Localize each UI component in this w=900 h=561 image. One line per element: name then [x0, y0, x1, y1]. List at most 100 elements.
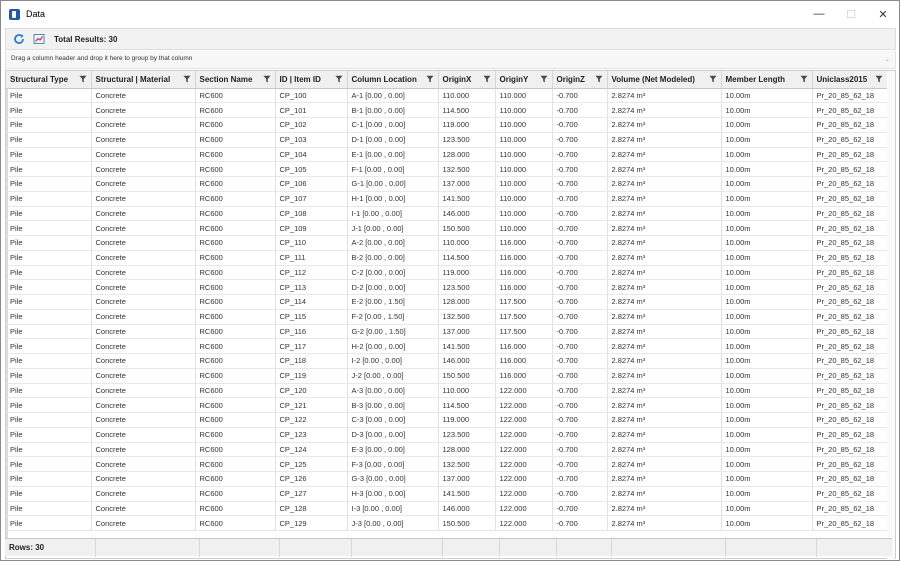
table-cell[interactable]: Concrete [91, 265, 196, 281]
table-cell[interactable]: Pile [6, 486, 92, 502]
table-cell[interactable]: 122.000 [495, 427, 553, 443]
table-cell[interactable]: 132.500 [438, 456, 496, 472]
table-row[interactable]: Pile Concrete RC600 CP_119 J-2 [0.00 , 0.00]… [6, 368, 888, 384]
table-cell[interactable]: Pile [6, 88, 92, 104]
table-cell[interactable]: Concrete [91, 176, 196, 192]
table-cell[interactable]: 2.8274 m³ [607, 220, 722, 236]
table-cell[interactable]: CP_106 [275, 176, 348, 192]
table-cell[interactable]: RC600 [195, 265, 276, 281]
table-cell[interactable]: RC600 [195, 427, 276, 443]
table-cell[interactable]: 10.00m [721, 88, 813, 104]
column-header[interactable]: OriginY [495, 71, 553, 89]
table-cell[interactable]: CP_110 [275, 235, 348, 251]
table-cell[interactable]: A-2 [0.00 , 0.00] [347, 235, 439, 251]
table-cell[interactable]: Pr_20_85_62_18 [812, 442, 888, 458]
table-cell[interactable]: 2.8274 m³ [607, 338, 722, 354]
table-cell[interactable]: 132.500 [438, 161, 496, 177]
table-cell[interactable]: -0.700 [552, 368, 608, 384]
table-cell[interactable]: Pile [6, 324, 92, 340]
refresh-icon[interactable] [12, 32, 26, 46]
table-cell[interactable]: CP_103 [275, 132, 348, 148]
table-cell[interactable]: Pile [6, 220, 92, 236]
filter-icon[interactable] [335, 75, 343, 83]
table-cell[interactable]: 10.00m [721, 206, 813, 222]
table-cell[interactable]: 2.8274 m³ [607, 486, 722, 502]
table-cell[interactable]: Pr_20_85_62_18 [812, 486, 888, 502]
table-cell[interactable]: RC600 [195, 161, 276, 177]
table-cell[interactable]: RC600 [195, 486, 276, 502]
table-cell[interactable]: CP_118 [275, 353, 348, 369]
table-cell[interactable]: 2.8274 m³ [607, 294, 722, 310]
table-cell[interactable]: -0.700 [552, 220, 608, 236]
table-cell[interactable]: 114.500 [438, 397, 496, 413]
table-cell[interactable]: Pile [6, 250, 92, 266]
table-cell[interactable]: 10.00m [721, 338, 813, 354]
table-cell[interactable]: E-3 [0.00 , 0.00] [347, 442, 439, 458]
table-row[interactable]: Pile Concrete RC600 CP_108 I-1 [0.00 , 0.00]… [6, 206, 888, 222]
table-cell[interactable]: 128.000 [438, 442, 496, 458]
table-row[interactable]: Pile Concrete RC600 CP_109 J-1 [0.00 , 0.00]… [6, 220, 888, 236]
table-cell[interactable]: 116.000 [495, 353, 553, 369]
chevron-down-icon[interactable]: ⌄ [884, 55, 890, 63]
table-cell[interactable]: Concrete [91, 427, 196, 443]
filter-icon[interactable] [800, 75, 808, 83]
table-cell[interactable]: Concrete [91, 206, 196, 222]
table-row[interactable]: Pile Concrete RC600 CP_103 D-1 [0.00 , 0.00]… [6, 132, 888, 148]
table-cell[interactable]: RC600 [195, 250, 276, 266]
table-cell[interactable]: Pile [6, 427, 92, 443]
table-cell[interactable]: 2.8274 m³ [607, 471, 722, 487]
table-cell[interactable]: I-2 [0.00 , 0.00] [347, 353, 439, 369]
table-cell[interactable]: I-3 [0.00 , 0.00] [347, 501, 439, 517]
table-cell[interactable]: Pile [6, 235, 92, 251]
table-cell[interactable]: 141.500 [438, 191, 496, 207]
table-cell[interactable]: RC600 [195, 412, 276, 428]
table-cell[interactable]: 2.8274 m³ [607, 235, 722, 251]
table-cell[interactable]: CP_107 [275, 191, 348, 207]
table-cell[interactable]: 10.00m [721, 161, 813, 177]
table-cell[interactable]: -0.700 [552, 338, 608, 354]
column-header[interactable]: Structural | Material [91, 71, 196, 89]
table-cell[interactable]: 150.500 [438, 220, 496, 236]
table-cell[interactable]: CP_122 [275, 412, 348, 428]
table-cell[interactable]: Concrete [91, 88, 196, 104]
table-cell[interactable]: Concrete [91, 147, 196, 163]
table-cell[interactable]: -0.700 [552, 206, 608, 222]
column-header[interactable]: Member Length [721, 71, 813, 89]
table-cell[interactable]: Pile [6, 383, 92, 399]
table-cell[interactable]: 117.500 [495, 294, 553, 310]
table-cell[interactable]: 137.000 [438, 324, 496, 340]
table-cell[interactable]: C-3 [0.00 , 0.00] [347, 412, 439, 428]
table-cell[interactable]: RC600 [195, 220, 276, 236]
table-cell[interactable]: G-1 [0.00 , 0.00] [347, 176, 439, 192]
table-row[interactable]: Pile Concrete RC600 CP_104 E-1 [0.00 , 0.00]… [6, 147, 888, 163]
table-cell[interactable]: 2.8274 m³ [607, 353, 722, 369]
table-cell[interactable]: Pr_20_85_62_18 [812, 265, 888, 281]
table-cell[interactable]: 114.500 [438, 250, 496, 266]
table-cell[interactable]: 128.000 [438, 294, 496, 310]
table-cell[interactable]: CP_117 [275, 338, 348, 354]
table-cell[interactable]: Pile [6, 412, 92, 428]
table-cell[interactable]: 146.000 [438, 501, 496, 517]
table-cell[interactable]: RC600 [195, 309, 276, 325]
table-cell[interactable]: Concrete [91, 250, 196, 266]
table-row[interactable]: Pile Concrete RC600 CP_122 C-3 [0.00 , 0.00]… [6, 412, 888, 428]
table-cell[interactable]: 2.8274 m³ [607, 397, 722, 413]
table-cell[interactable]: Pr_20_85_62_18 [812, 220, 888, 236]
table-row[interactable]: Pile Concrete RC600 CP_107 H-1 [0.00 , 0.00]… [6, 191, 888, 207]
table-cell[interactable]: -0.700 [552, 265, 608, 281]
table-cell[interactable]: 10.00m [721, 383, 813, 399]
filter-icon[interactable] [263, 75, 271, 83]
table-cell[interactable]: 128.000 [438, 147, 496, 163]
table-cell[interactable]: 10.00m [721, 456, 813, 472]
table-cell[interactable]: CP_128 [275, 501, 348, 517]
table-cell[interactable]: RC600 [195, 132, 276, 148]
table-cell[interactable]: 10.00m [721, 117, 813, 133]
table-row[interactable]: Pile Concrete RC600 CP_110 A-2 [0.00 , 0.00]… [6, 235, 888, 251]
table-cell[interactable]: RC600 [195, 338, 276, 354]
table-cell[interactable]: RC600 [195, 442, 276, 458]
table-cell[interactable]: 2.8274 m³ [607, 412, 722, 428]
table-cell[interactable]: I-1 [0.00 , 0.00] [347, 206, 439, 222]
table-cell[interactable]: J-1 [0.00 , 0.00] [347, 220, 439, 236]
table-cell[interactable]: 150.500 [438, 515, 496, 531]
table-cell[interactable]: 123.500 [438, 132, 496, 148]
